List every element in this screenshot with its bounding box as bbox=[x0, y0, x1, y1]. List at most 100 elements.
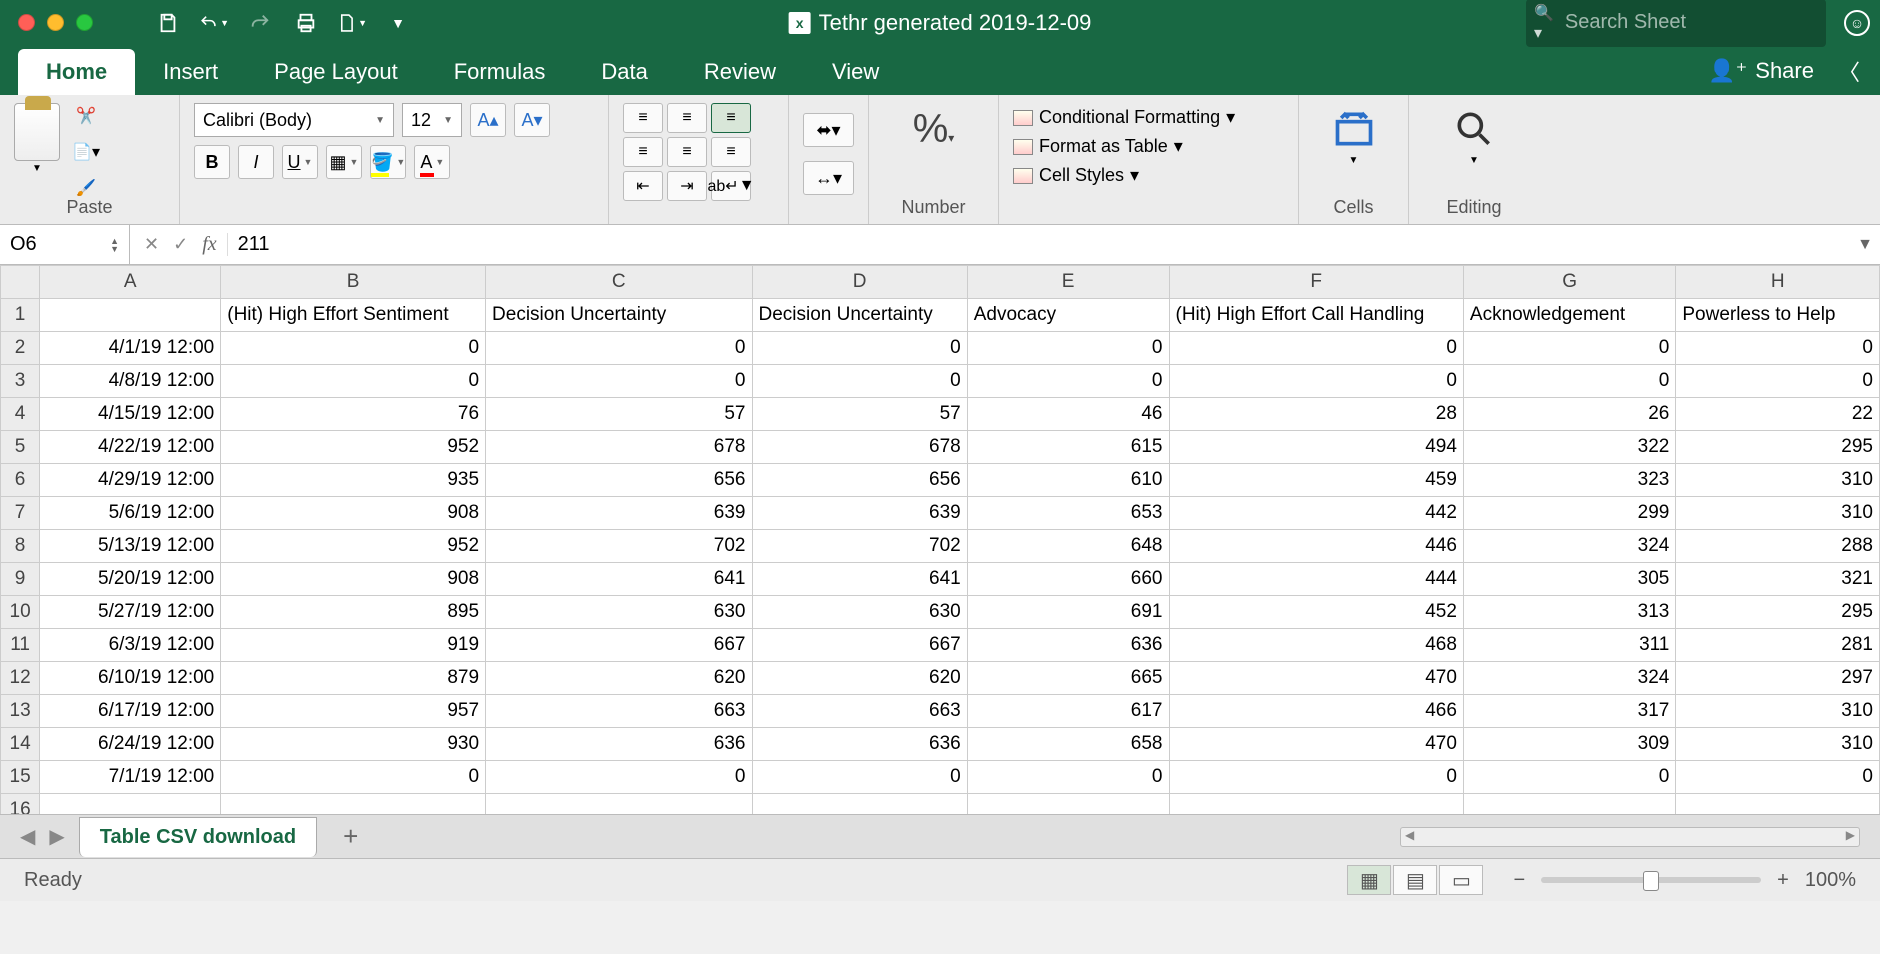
cell[interactable]: 321 bbox=[1676, 563, 1880, 596]
font-name-combo[interactable]: Calibri (Body)▼ bbox=[194, 103, 394, 137]
print-button[interactable] bbox=[291, 8, 321, 38]
cell[interactable]: 4/15/19 12:00 bbox=[40, 398, 221, 431]
cell[interactable]: 459 bbox=[1169, 464, 1463, 497]
cell[interactable]: 0 bbox=[967, 761, 1169, 794]
column-header[interactable]: G bbox=[1463, 266, 1675, 299]
cell[interactable]: 323 bbox=[1463, 464, 1675, 497]
cell[interactable]: 957 bbox=[221, 695, 486, 728]
cell[interactable]: 468 bbox=[1169, 629, 1463, 662]
normal-view-button[interactable]: ▦ bbox=[1347, 865, 1391, 895]
copy-button[interactable]: 📄▾ bbox=[70, 139, 102, 165]
font-size-combo[interactable]: 12▼ bbox=[402, 103, 462, 137]
cell[interactable]: 311 bbox=[1463, 629, 1675, 662]
search-box[interactable]: 🔍▾ bbox=[1526, 0, 1826, 47]
cell[interactable] bbox=[1676, 794, 1880, 816]
cell[interactable]: 5/20/19 12:00 bbox=[40, 563, 221, 596]
page-layout-view-button[interactable]: ▤ bbox=[1393, 865, 1437, 895]
column-header[interactable]: F bbox=[1169, 266, 1463, 299]
cell[interactable]: 935 bbox=[221, 464, 486, 497]
borders-button[interactable]: ▦▼ bbox=[326, 145, 362, 179]
prev-sheet-button[interactable]: ◀ bbox=[20, 824, 35, 849]
column-header[interactable]: E bbox=[967, 266, 1169, 299]
cell[interactable]: 691 bbox=[967, 596, 1169, 629]
cut-button[interactable]: ✂️ bbox=[70, 103, 102, 129]
cell[interactable]: 5/27/19 12:00 bbox=[40, 596, 221, 629]
cell[interactable]: 5/6/19 12:00 bbox=[40, 497, 221, 530]
confirm-formula-button[interactable]: ✓ bbox=[173, 234, 188, 255]
cell[interactable]: 636 bbox=[967, 629, 1169, 662]
page-break-view-button[interactable]: ▭ bbox=[1439, 865, 1483, 895]
redo-button[interactable] bbox=[245, 8, 275, 38]
cell[interactable] bbox=[40, 794, 221, 816]
name-box[interactable]: O6 ▲▼ bbox=[0, 225, 130, 264]
fill-color-button[interactable]: 🪣▼ bbox=[370, 145, 406, 179]
cell[interactable]: 615 bbox=[967, 431, 1169, 464]
align-middle-center-button[interactable]: ≡ bbox=[667, 137, 707, 167]
cell[interactable]: 648 bbox=[967, 530, 1169, 563]
cell[interactable]: 299 bbox=[1463, 497, 1675, 530]
cell[interactable]: 0 bbox=[1676, 365, 1880, 398]
cell[interactable]: 324 bbox=[1463, 530, 1675, 563]
cell[interactable]: 57 bbox=[752, 398, 967, 431]
cell[interactable]: 0 bbox=[1463, 332, 1675, 365]
cell[interactable]: 324 bbox=[1463, 662, 1675, 695]
cell[interactable]: 444 bbox=[1169, 563, 1463, 596]
cell[interactable] bbox=[1463, 794, 1675, 816]
cell[interactable]: 6/24/19 12:00 bbox=[40, 728, 221, 761]
cell[interactable]: 665 bbox=[967, 662, 1169, 695]
select-all-cell[interactable] bbox=[1, 266, 40, 299]
merge-cells-button[interactable]: ⬌▾ bbox=[803, 113, 854, 147]
cell[interactable]: 0 bbox=[967, 365, 1169, 398]
new-file-button[interactable]: ▼ bbox=[337, 8, 367, 38]
add-sheet-button[interactable]: + bbox=[331, 821, 370, 852]
column-header[interactable]: H bbox=[1676, 266, 1880, 299]
editing-button[interactable]: ▼ bbox=[1423, 103, 1525, 166]
row-header[interactable]: 15 bbox=[1, 761, 40, 794]
cell[interactable]: 6/17/19 12:00 bbox=[40, 695, 221, 728]
share-button[interactable]: Share bbox=[1755, 58, 1814, 84]
cell[interactable]: 678 bbox=[486, 431, 752, 464]
row-header[interactable]: 3 bbox=[1, 365, 40, 398]
row-header[interactable]: 12 bbox=[1, 662, 40, 695]
row-header[interactable]: 8 bbox=[1, 530, 40, 563]
row-header[interactable]: 16 bbox=[1, 794, 40, 816]
ribbon-tab-review[interactable]: Review bbox=[676, 49, 804, 95]
cell[interactable]: 313 bbox=[1463, 596, 1675, 629]
cell[interactable]: 0 bbox=[221, 365, 486, 398]
cell[interactable] bbox=[752, 794, 967, 816]
cell[interactable]: 0 bbox=[1169, 365, 1463, 398]
cell[interactable]: 28 bbox=[1169, 398, 1463, 431]
cell[interactable]: 0 bbox=[752, 761, 967, 794]
cell[interactable]: 494 bbox=[1169, 431, 1463, 464]
cell[interactable]: 0 bbox=[486, 365, 752, 398]
cell[interactable]: 908 bbox=[221, 563, 486, 596]
cell[interactable]: 663 bbox=[752, 695, 967, 728]
search-input[interactable] bbox=[1565, 11, 1818, 34]
cell[interactable]: 639 bbox=[752, 497, 967, 530]
zoom-level[interactable]: 100% bbox=[1805, 869, 1856, 892]
cell[interactable]: 656 bbox=[486, 464, 752, 497]
cell[interactable]: 663 bbox=[486, 695, 752, 728]
cell[interactable]: 641 bbox=[752, 563, 967, 596]
cell[interactable]: 295 bbox=[1676, 596, 1880, 629]
decrease-font-button[interactable]: A▾ bbox=[514, 103, 550, 137]
cell[interactable]: 0 bbox=[967, 332, 1169, 365]
cell[interactable]: 310 bbox=[1676, 464, 1880, 497]
cell[interactable] bbox=[1169, 794, 1463, 816]
row-header[interactable]: 9 bbox=[1, 563, 40, 596]
cell[interactable]: 297 bbox=[1676, 662, 1880, 695]
cell[interactable]: 281 bbox=[1676, 629, 1880, 662]
cell[interactable]: 656 bbox=[752, 464, 967, 497]
font-color-button[interactable]: A▼ bbox=[414, 145, 450, 179]
cell[interactable]: 667 bbox=[752, 629, 967, 662]
next-sheet-button[interactable]: ▶ bbox=[49, 824, 64, 849]
cell[interactable]: Advocacy bbox=[967, 299, 1169, 332]
percent-icon[interactable]: %▾ bbox=[913, 107, 955, 152]
cell[interactable]: 305 bbox=[1463, 563, 1675, 596]
close-window-button[interactable] bbox=[18, 14, 35, 31]
ribbon-tab-formulas[interactable]: Formulas bbox=[426, 49, 574, 95]
formula-input[interactable] bbox=[228, 233, 1850, 256]
expand-formula-bar-button[interactable]: ▼ bbox=[1850, 236, 1880, 254]
cell[interactable]: 6/3/19 12:00 bbox=[40, 629, 221, 662]
cell[interactable]: 702 bbox=[752, 530, 967, 563]
